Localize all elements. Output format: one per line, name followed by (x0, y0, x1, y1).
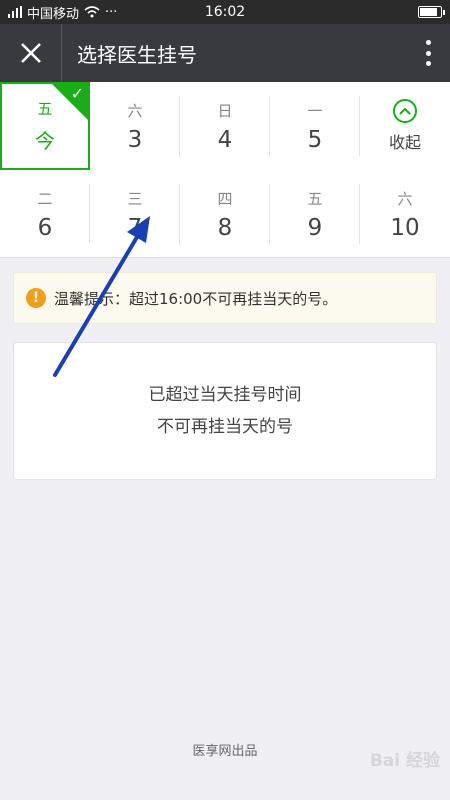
date-cell[interactable]: 六 10 (360, 170, 450, 258)
status-left: 中国移动 ··· (8, 3, 117, 22)
title-bar: 选择医生挂号 (0, 24, 450, 82)
weekday-label: 一 (307, 101, 323, 120)
more-notifications-icon: ··· (105, 4, 118, 20)
signal-icon (8, 6, 22, 18)
day-number: 10 (390, 214, 420, 241)
date-cell[interactable]: 二 6 (0, 170, 90, 258)
watermark-logo: Bai 经验 (369, 751, 440, 771)
date-cell[interactable]: 一 5 (270, 82, 360, 170)
date-cell[interactable]: 四 8 (180, 170, 270, 258)
more-dot-icon (425, 61, 431, 66)
date-cell[interactable]: 五 9 (270, 170, 360, 258)
weekday-label: 六 (397, 189, 413, 208)
date-row: ✓ 五 今 六 3 日 4 一 5 收起 (0, 82, 450, 170)
battery-icon (418, 6, 445, 18)
day-number: 9 (307, 214, 323, 241)
date-row: 二 6 三 7 四 8 五 9 六 10 (0, 170, 450, 258)
day-number: 3 (127, 126, 143, 153)
wifi-icon (84, 6, 100, 18)
more-menu-button[interactable] (420, 40, 436, 66)
close-button[interactable] (0, 24, 62, 82)
status-bar: 中国移动 ··· 16:02 (0, 0, 450, 24)
weekday-label: 四 (217, 189, 233, 208)
more-dot-icon (425, 40, 431, 45)
day-number: 5 (307, 126, 323, 153)
more-dot-icon (425, 50, 431, 56)
day-number: 今 (35, 129, 55, 153)
close-icon (20, 43, 41, 63)
weekday-label: 五 (307, 189, 323, 208)
warning-tip: ! 温馨提示：超过16:00不可再挂当天的号。 (13, 272, 437, 324)
date-picker: ✓ 五 今 六 3 日 4 一 5 收起 二 6 三 7 四 8 五 9 六 1… (0, 82, 450, 258)
notice-card: 已超过当天挂号时间 不可再挂当天的号 (13, 342, 437, 480)
collapse-label: 收起 (388, 133, 421, 152)
day-number: 4 (217, 126, 233, 153)
weekday-label: 六 (127, 101, 143, 120)
date-cell[interactable]: 日 4 (180, 82, 270, 170)
weekday-label: 五 (37, 100, 53, 118)
weekday-label: 日 (217, 101, 233, 120)
notice-line: 已超过当天挂号时间 (148, 385, 302, 405)
page-title: 选择医生挂号 (77, 42, 197, 67)
carrier-label: 中国移动 (27, 6, 80, 22)
date-cell[interactable]: 六 3 (90, 82, 180, 170)
collapse-button[interactable]: 收起 (360, 82, 450, 170)
chevron-up-icon (393, 99, 417, 123)
notice-line: 不可再挂当天的号 (157, 417, 293, 437)
date-cell[interactable]: 三 7 (90, 170, 180, 258)
weekday-label: 二 (37, 189, 53, 208)
check-icon: ✓ (70, 84, 84, 103)
day-number: 6 (37, 214, 53, 241)
day-number: 8 (217, 214, 233, 241)
warning-icon: ! (26, 288, 46, 308)
tip-text: 温馨提示：超过16:00不可再挂当天的号。 (54, 289, 338, 308)
date-cell-today[interactable]: ✓ 五 今 (0, 82, 90, 170)
day-number: 7 (127, 214, 143, 241)
weekday-label: 三 (127, 189, 143, 208)
